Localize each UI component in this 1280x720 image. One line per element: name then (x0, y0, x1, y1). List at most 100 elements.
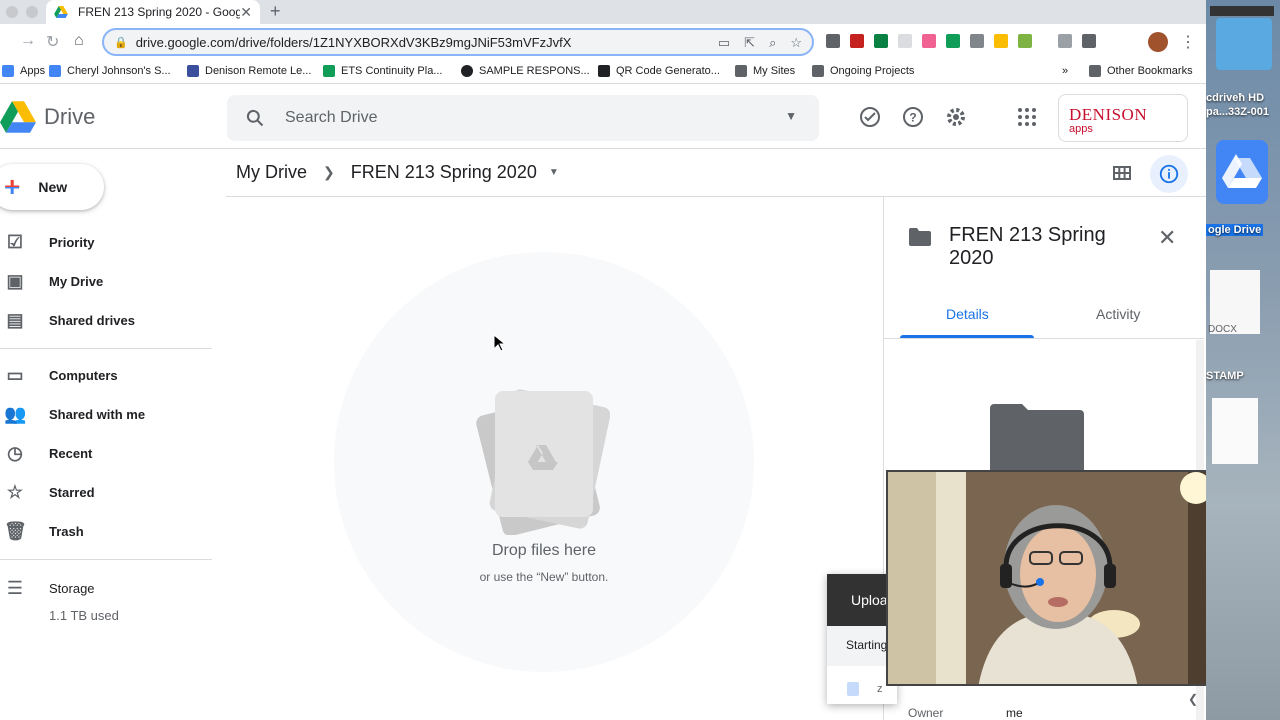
apps-grid-icon[interactable] (1015, 105, 1039, 129)
bookmark-folder[interactable]: Ongoing Projects (812, 65, 914, 77)
window-controls[interactable] (6, 6, 38, 18)
bookmark-item[interactable]: QR Code Generato... (598, 65, 720, 77)
settings-gear-icon[interactable] (944, 105, 968, 129)
desktop-background: cdriveħ HD pa...33Z-001 ogle Drive DOCX … (1206, 0, 1280, 720)
tab-title: FREN 213 Spring 2020 - Google (78, 5, 241, 19)
tabs-divider (884, 338, 1204, 339)
svg-text:?: ? (909, 111, 916, 125)
extensions-bar (826, 34, 1096, 48)
tab-activity[interactable]: Activity (1096, 306, 1140, 322)
sidebar-item-shared-drives[interactable]: ▤ Shared drives (0, 304, 210, 336)
sidebar-item-label: Storage (49, 580, 95, 596)
new-button-label: New (38, 179, 68, 195)
sidebar-item-computers[interactable]: ▭ Computers (0, 359, 210, 391)
drop-files-subtitle: or use the “New” button. (479, 570, 609, 584)
extension-icon[interactable] (970, 34, 984, 48)
folder-icon (812, 65, 824, 77)
search-icon[interactable] (245, 108, 265, 128)
sheets-icon (323, 65, 335, 77)
search-bar[interactable]: Search Drive ▼ (227, 95, 819, 141)
home-icon[interactable]: ⌂ (74, 32, 84, 50)
sidebar-item-storage[interactable]: ☰ Storage (0, 572, 210, 604)
drive-logo[interactable]: Drive (0, 101, 95, 133)
drive-logo-icon (0, 101, 36, 133)
address-bar[interactable]: 🔒 drive.google.com/drive/folders/1Z1NYXB… (102, 28, 814, 56)
chevron-left-icon[interactable]: ❮ (1188, 692, 1198, 706)
chevron-down-icon[interactable]: ▼ (549, 167, 559, 178)
bookmark-star-icon[interactable]: ☆ (790, 35, 802, 51)
sidebar-item-priority[interactable]: ☑ Priority (0, 226, 210, 258)
help-icon[interactable]: ? (901, 105, 925, 129)
lock-icon: 🔒 (114, 36, 128, 49)
folder-preview-icon (990, 404, 1084, 470)
desktop-label: pa...33Z-001 (1206, 106, 1269, 118)
desktop-label: STAMP (1206, 370, 1244, 382)
bookmarks-overflow-icon[interactable]: » (1062, 65, 1068, 77)
bookmark-item[interactable]: SAMPLE RESPONS... (461, 65, 590, 77)
desktop-image-icon[interactable] (1210, 6, 1274, 16)
offline-ready-icon[interactable] (858, 105, 882, 129)
sidebar-divider (0, 559, 212, 560)
owner-value: me (1006, 706, 1023, 720)
drop-files-title: Drop files here (491, 542, 597, 559)
extension-icon[interactable] (826, 34, 840, 48)
docs-icon (49, 65, 61, 77)
sidebar-item-label: Shared with me (49, 406, 146, 422)
browser-tab-strip: FREN 213 Spring 2020 - Google ✕ + (0, 0, 1206, 24)
reload-icon[interactable]: ↻ (46, 32, 59, 52)
extension-icon[interactable] (1018, 34, 1032, 48)
sidebar-item-my-drive[interactable]: ▣ My Drive (0, 265, 210, 297)
extension-icon[interactable] (1082, 34, 1096, 48)
browser-tab[interactable]: FREN 213 Spring 2020 - Google ✕ (46, 0, 260, 24)
sidebar-item-shared-with-me[interactable]: 👥 Shared with me (0, 398, 210, 430)
profile-avatar[interactable] (1148, 32, 1168, 52)
breadcrumb-root[interactable]: My Drive (236, 162, 307, 183)
bookmark-apps[interactable]: Apps (2, 65, 45, 77)
bookmark-folder[interactable]: My Sites (735, 65, 795, 77)
extension-icon[interactable] (922, 34, 936, 48)
search-input[interactable]: Search Drive (285, 109, 377, 127)
breadcrumb-current[interactable]: FREN 213 Spring 2020 (351, 162, 537, 183)
sidebar-item-trash[interactable]: 🗑 Trash (0, 515, 210, 547)
shared-with-me-icon: 👥 (4, 404, 27, 424)
tab-details[interactable]: Details (946, 306, 989, 322)
empty-files-illustration (476, 389, 610, 535)
document-icon[interactable] (1212, 398, 1258, 464)
desktop-folder-icon[interactable] (1216, 18, 1272, 70)
bookmark-item[interactable]: ETS Continuity Pla... (323, 65, 443, 77)
extension-icon[interactable] (850, 34, 864, 48)
close-icon[interactable]: ✕ (1158, 225, 1176, 251)
extension-icon[interactable] (994, 34, 1008, 48)
org-name: DENISON (1069, 105, 1148, 124)
desktop-label: cdriveħ HD (1206, 92, 1265, 104)
new-tab-icon[interactable]: + (270, 1, 281, 22)
trash-icon: 🗑 (4, 521, 27, 541)
bookmark-item[interactable]: Cheryl Johnson's S... (49, 65, 171, 77)
new-button[interactable]: + New (0, 164, 104, 210)
sidebar-item-label: Trash (49, 523, 84, 539)
other-bookmarks[interactable]: Other Bookmarks (1089, 65, 1193, 77)
sidebar-item-label: My Drive (49, 273, 104, 289)
extension-icon[interactable] (946, 34, 960, 48)
zoom-icon[interactable]: ⌕ (769, 35, 776, 51)
sidebar-item-starred[interactable]: ☆ Starred (0, 476, 210, 508)
cast-tab-icon[interactable]: ▭ (718, 35, 730, 51)
organization-logo[interactable]: DENISON apps (1058, 94, 1188, 142)
cast-icon[interactable] (1058, 34, 1072, 48)
open-external-icon[interactable]: ⇱ (744, 35, 755, 51)
search-options-icon[interactable]: ▼ (785, 109, 797, 123)
details-title: FREN 213 Spring 2020 (949, 224, 1106, 269)
sidebar-item-recent[interactable]: ◷ Recent (0, 437, 210, 469)
qr-icon (598, 65, 610, 77)
extension-icon[interactable] (898, 34, 912, 48)
google-drive-app-icon[interactable] (1216, 140, 1268, 204)
chevron-right-icon: ❯ (323, 164, 335, 180)
recent-icon: ◷ (7, 443, 23, 463)
grid-view-icon[interactable] (1112, 163, 1132, 183)
extension-icon[interactable] (874, 34, 888, 48)
forward-icon[interactable]: → (20, 32, 36, 50)
bookmark-item[interactable]: Denison Remote Le... (187, 65, 311, 77)
details-toggle-button[interactable] (1150, 155, 1188, 193)
chrome-menu-icon[interactable]: ⋮ (1180, 32, 1196, 52)
tab-close-icon[interactable]: ✕ (240, 4, 252, 21)
